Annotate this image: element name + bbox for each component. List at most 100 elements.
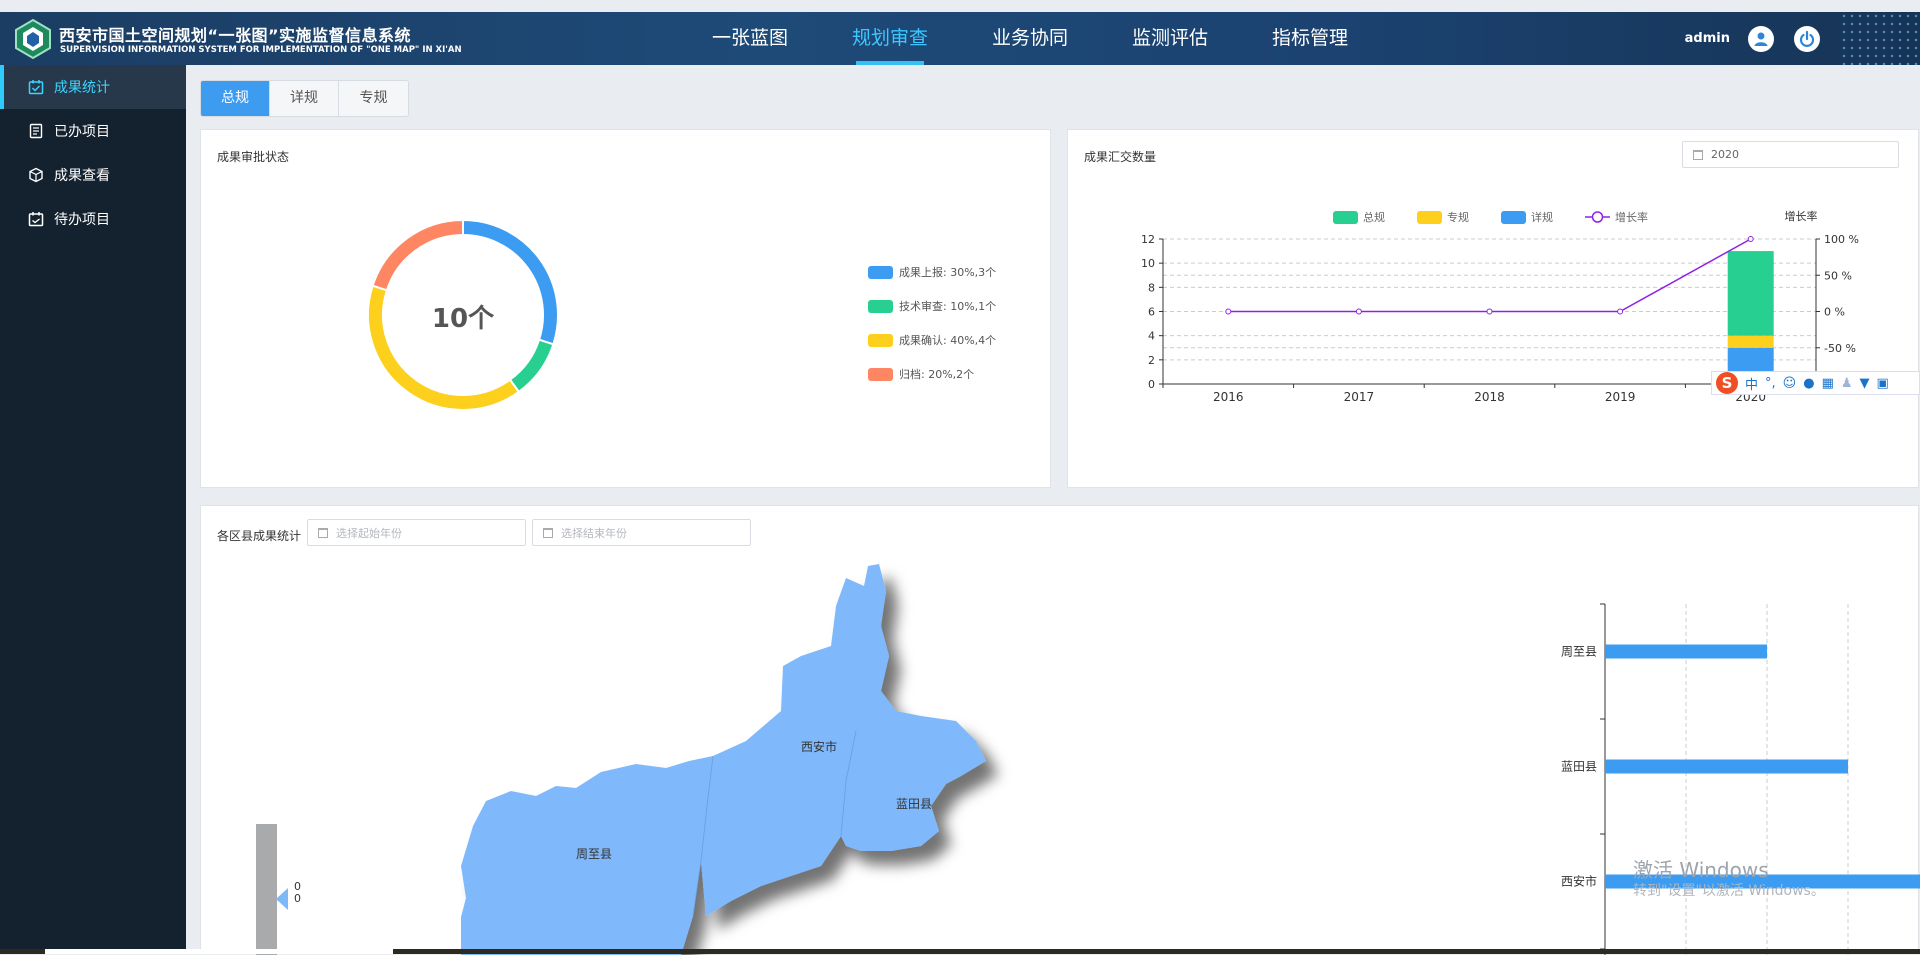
- growth-rate-point[interactable]: [1225, 308, 1232, 315]
- y2-tick-label: 100 %: [1824, 233, 1859, 246]
- y-tick-label: 10: [1141, 257, 1155, 270]
- tab-master-plan[interactable]: 总规: [201, 81, 270, 116]
- logo-icon: [15, 18, 51, 60]
- tab-special-plan[interactable]: 专规: [339, 81, 408, 116]
- visual-map-bar[interactable]: [256, 824, 277, 955]
- legend-swatch: [868, 333, 893, 347]
- sidebar-item-done[interactable]: 已办项目: [0, 109, 186, 153]
- shirt-icon[interactable]: ▼: [1860, 376, 1870, 391]
- donut-slice-归档[interactable]: [371, 218, 464, 292]
- visual-map-handle-icon[interactable]: [276, 888, 288, 910]
- legend-label-详规[interactable]: 详规: [1531, 210, 1553, 224]
- y-tick-label: 2: [1148, 354, 1155, 367]
- approval-status-panel: 成果审批状态 10个 成果上报: 30%,3个 技术审查: 10%,1个 成果确…: [200, 129, 1051, 488]
- ime-lang[interactable]: 中: [1745, 374, 1758, 393]
- power-icon[interactable]: [1794, 25, 1820, 52]
- legend-swatch-专规[interactable]: [1417, 211, 1442, 224]
- district-stats-panel: 各区县成果统计 选择起始年份 选择结束年份 0 0 西安市 蓝田县 周至县 周至…: [200, 505, 1920, 955]
- nav-monitoring[interactable]: 监测评估: [1100, 12, 1240, 65]
- taskbar-highlight: [45, 949, 393, 954]
- legend-swatch-总规[interactable]: [1333, 211, 1358, 224]
- x-tick-label: 2019: [1605, 390, 1636, 404]
- top-bar: 西安市国土空间规划“一张图”实施监督信息系统 SUPERVISION INFOR…: [0, 12, 1920, 65]
- bar-周至县[interactable]: [1605, 644, 1767, 659]
- tab-detailed-plan[interactable]: 详规: [270, 81, 339, 116]
- x-tick-label: 2018: [1474, 390, 1505, 404]
- legend-swatch: [868, 265, 893, 279]
- district-map[interactable]: 西安市 蓝田县 周至县: [461, 506, 1081, 955]
- y-tick-label: 西安市: [1561, 874, 1597, 889]
- bar-专规-2020[interactable]: [1727, 335, 1774, 348]
- growth-rate-point[interactable]: [1617, 308, 1624, 315]
- legend-item[interactable]: 归档: 20%,2个: [868, 366, 974, 382]
- check-calendar-icon: [28, 80, 44, 95]
- right-axis-title: 增长率: [1785, 209, 1818, 223]
- y2-tick-label: 0 %: [1824, 306, 1845, 319]
- legend-swatch: [868, 299, 893, 313]
- username[interactable]: admin: [1685, 31, 1730, 46]
- legend-label: 归档: 20%,2个: [899, 368, 975, 381]
- growth-rate-point[interactable]: [1747, 236, 1754, 242]
- microphone-icon[interactable]: ●: [1803, 376, 1814, 391]
- legend-swatch-详规[interactable]: [1501, 211, 1526, 224]
- district-bar-chart: 周至县蓝田县西安市: [1561, 603, 1920, 955]
- growth-rate-point[interactable]: [1355, 308, 1362, 315]
- sidebar-item-view[interactable]: 成果查看: [0, 153, 186, 197]
- grid-icon[interactable]: ▣: [1877, 376, 1889, 391]
- sidebar-item-label: 成果查看: [54, 168, 110, 184]
- legend-item[interactable]: 成果确认: 40%,4个: [868, 332, 996, 348]
- sidebar-item-stats[interactable]: 成果统计: [0, 65, 186, 109]
- y-tick-label: 8: [1148, 281, 1155, 294]
- sidebar-item-label: 成果统计: [54, 80, 110, 96]
- taskbar-strip: [0, 949, 1920, 954]
- legend-item[interactable]: 技术审查: 10%,1个: [868, 298, 996, 314]
- y2-tick-label: 50 %: [1824, 269, 1852, 282]
- panel-title: 各区县成果统计: [217, 529, 302, 543]
- sogou-icon[interactable]: S: [1716, 372, 1738, 394]
- legend-label: 成果上报: 30%,3个: [899, 266, 997, 279]
- donut-center-label: 10个: [432, 304, 495, 334]
- legend-label: 技术审查: 10%,1个: [899, 300, 997, 313]
- y-tick-label: 6: [1148, 306, 1155, 319]
- bar-蓝田县[interactable]: [1605, 759, 1848, 774]
- emoji-icon[interactable]: ☺: [1783, 376, 1797, 391]
- sidebar-item-todo[interactable]: 待办项目: [0, 197, 186, 241]
- sidebar-item-label: 已办项目: [54, 124, 110, 140]
- visual-map-value-bottom: 0: [294, 892, 301, 905]
- user-area: admin: [1685, 12, 1920, 65]
- nav-indicators[interactable]: 指标管理: [1240, 12, 1380, 65]
- legend-label: 成果确认: 40%,4个: [899, 334, 997, 347]
- legend-swatch: [868, 367, 893, 381]
- y-tick-label: 蓝田县: [1561, 760, 1597, 774]
- donut-slice-技术审查[interactable]: [508, 338, 555, 394]
- submission-combo-chart: 024681012100 %50 %0 %-50 %-100 %20162017…: [1141, 209, 1863, 404]
- legend-label-增长率[interactable]: 增长率: [1615, 210, 1648, 224]
- ime-toolbar[interactable]: S 中 °, ☺ ● ▦ ♟ ▼ ▣: [1711, 371, 1920, 395]
- user-icon[interactable]: [1748, 25, 1774, 52]
- ime-punct[interactable]: °,: [1765, 376, 1776, 391]
- sidebar: 成果统计 已办项目 成果查看 待办项目: [0, 65, 186, 954]
- sidebar-item-label: 待办项目: [54, 212, 110, 228]
- header-decoration: [1840, 12, 1920, 65]
- keyboard-icon[interactable]: ▦: [1822, 376, 1834, 391]
- nav-collaboration[interactable]: 业务协同: [960, 12, 1100, 65]
- legend-label-专规[interactable]: 专规: [1447, 210, 1469, 224]
- legend-label-总规[interactable]: 总规: [1363, 210, 1385, 224]
- main-nav: 一张蓝图 规划审查 业务协同 监测评估 指标管理: [680, 12, 1380, 65]
- visual-map-value-top: 0: [294, 880, 301, 893]
- bar-总规-2020[interactable]: [1727, 251, 1774, 336]
- cube-icon: [29, 167, 43, 183]
- legend-marker-增长率[interactable]: [1591, 211, 1604, 223]
- nav-planning-review[interactable]: 规划审查: [820, 12, 960, 65]
- y-tick-label: 0: [1148, 378, 1155, 391]
- calendar-icon: [318, 527, 328, 538]
- map-label-zhouzhi: 周至县: [576, 847, 612, 861]
- y2-tick-label: -50 %: [1824, 342, 1856, 355]
- growth-rate-point[interactable]: [1486, 308, 1493, 315]
- y-tick-label: 4: [1148, 330, 1155, 343]
- nav-blueprint[interactable]: 一张蓝图: [680, 12, 820, 65]
- legend-item[interactable]: 成果上报: 30%,3个: [868, 264, 996, 280]
- user-icon[interactable]: ♟: [1841, 376, 1853, 391]
- start-year-placeholder: 选择起始年份: [336, 526, 402, 540]
- map-label-lantian: 蓝田县: [896, 797, 932, 811]
